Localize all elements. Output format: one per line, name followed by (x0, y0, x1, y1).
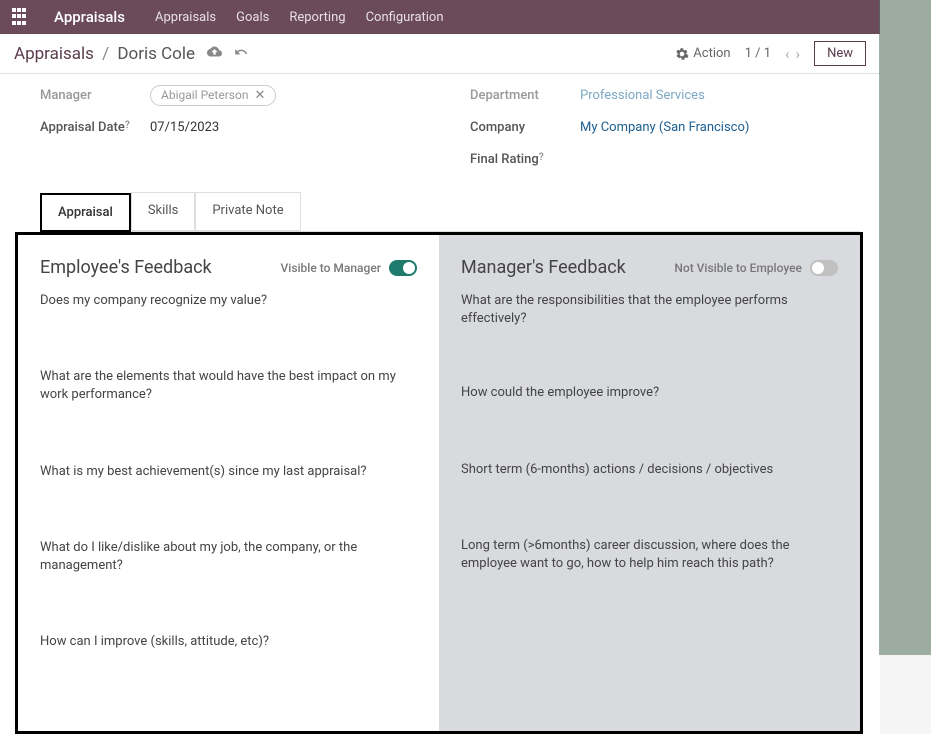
pager-next[interactable]: › (796, 45, 801, 63)
department-value[interactable]: Professional Services (580, 88, 705, 103)
employee-feedback-title: Employee's Feedback (40, 257, 212, 278)
remove-tag-icon[interactable]: ✕ (254, 88, 265, 103)
manager-value: Abigail Peterson (161, 88, 248, 102)
company-label: Company (470, 120, 580, 135)
employee-question-5[interactable]: How can I improve (skills, attitude, etc… (40, 633, 417, 651)
manager-visibility-label: Not Visible to Employee (674, 261, 802, 275)
employee-feedback-column: Employee's Feedback Visible to Manager D… (18, 235, 439, 731)
nav-brand: Appraisals (54, 8, 125, 26)
cloud-upload-icon[interactable] (207, 44, 222, 63)
manager-question-2[interactable]: How could the employee improve? (461, 384, 838, 402)
breadcrumb-bar: Appraisals / Doris Cole Action 1 / 1 ‹ ›… (0, 34, 880, 74)
department-label: Department (470, 88, 580, 103)
pager-prev[interactable]: ‹ (785, 45, 790, 63)
new-button[interactable]: New (814, 41, 866, 66)
action-label: Action (693, 46, 730, 61)
company-value[interactable]: My Company (San Francisco) (580, 120, 749, 135)
tab-appraisal[interactable]: Appraisal (40, 193, 131, 232)
manager-question-3[interactable]: Short term (6-months) actions / decision… (461, 461, 838, 479)
employee-question-1[interactable]: Does my company recognize my value? (40, 292, 417, 310)
pager: 1 / 1 (745, 46, 771, 61)
action-dropdown[interactable]: Action (675, 46, 730, 61)
top-nav: Appraisals Appraisals Goals Reporting Co… (0, 0, 880, 34)
tab-skills[interactable]: Skills (131, 192, 196, 231)
employee-visibility-toggle[interactable] (389, 260, 417, 276)
employee-question-4[interactable]: What do I like/dislike about my job, the… (40, 539, 417, 575)
nav-item-goals[interactable]: Goals (236, 10, 269, 25)
form-view: Manager Abigail Peterson ✕ Appraisal Dat… (0, 74, 880, 734)
employee-visibility-label: Visible to Manager (281, 261, 381, 275)
manager-feedback-column: Manager's Feedback Not Visible to Employ… (439, 235, 860, 731)
nav-item-configuration[interactable]: Configuration (366, 10, 444, 25)
nav-item-appraisals[interactable]: Appraisals (155, 10, 216, 25)
feedback-section: Employee's Feedback Visible to Manager D… (15, 232, 863, 734)
breadcrumb-current: Doris Cole (117, 44, 195, 64)
apps-icon[interactable] (12, 8, 30, 26)
tabs: Appraisal Skills Private Note (40, 192, 860, 232)
manager-feedback-title: Manager's Feedback (461, 257, 626, 278)
manager-label: Manager (40, 88, 150, 103)
gear-icon (675, 47, 689, 61)
undo-icon[interactable] (234, 45, 248, 63)
nav-item-reporting[interactable]: Reporting (289, 10, 345, 25)
manager-visibility-toggle[interactable] (810, 260, 838, 276)
date-value[interactable]: 07/15/2023 (150, 120, 219, 135)
window-decoration (879, 0, 931, 655)
breadcrumb-root[interactable]: Appraisals (14, 44, 94, 64)
manager-question-1[interactable]: What are the responsibilities that the e… (461, 292, 838, 328)
date-label: Appraisal Date? (40, 120, 150, 135)
employee-question-3[interactable]: What is my best achievement(s) since my … (40, 463, 417, 481)
employee-question-2[interactable]: What are the elements that would have th… (40, 368, 417, 404)
breadcrumb-separator: / (102, 44, 109, 64)
manager-question-4[interactable]: Long term (>6months) career discussion, … (461, 537, 838, 573)
manager-tag[interactable]: Abigail Peterson ✕ (150, 85, 276, 106)
rating-label: Final Rating? (470, 152, 580, 167)
tab-private-note[interactable]: Private Note (195, 192, 300, 231)
